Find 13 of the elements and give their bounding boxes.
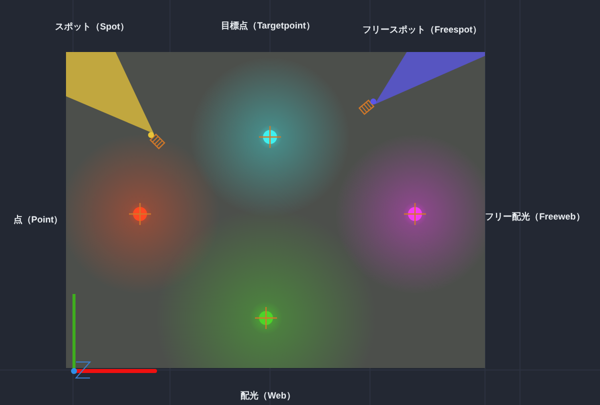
light-crosshair-icon[interactable] xyxy=(404,203,426,225)
light-crosshair-icon[interactable] xyxy=(255,307,277,329)
ucs-axes-icon xyxy=(71,294,157,378)
light-label: フリースポット（Freespot） xyxy=(362,23,482,36)
light-label: フリー配光（Freeweb） xyxy=(485,210,585,224)
light-label: 目標点（Targetpoint） xyxy=(221,19,315,32)
light-crosshair-icon[interactable] xyxy=(259,126,281,148)
light-label: スポット（Spot） xyxy=(55,20,129,34)
light-label: 配光（Web） xyxy=(240,389,296,402)
spotlight-icon[interactable] xyxy=(358,98,376,116)
spotlight-icon[interactable] xyxy=(148,132,166,150)
light-label: 点（Point） xyxy=(13,213,63,226)
light-crosshair-icon[interactable] xyxy=(129,203,151,225)
